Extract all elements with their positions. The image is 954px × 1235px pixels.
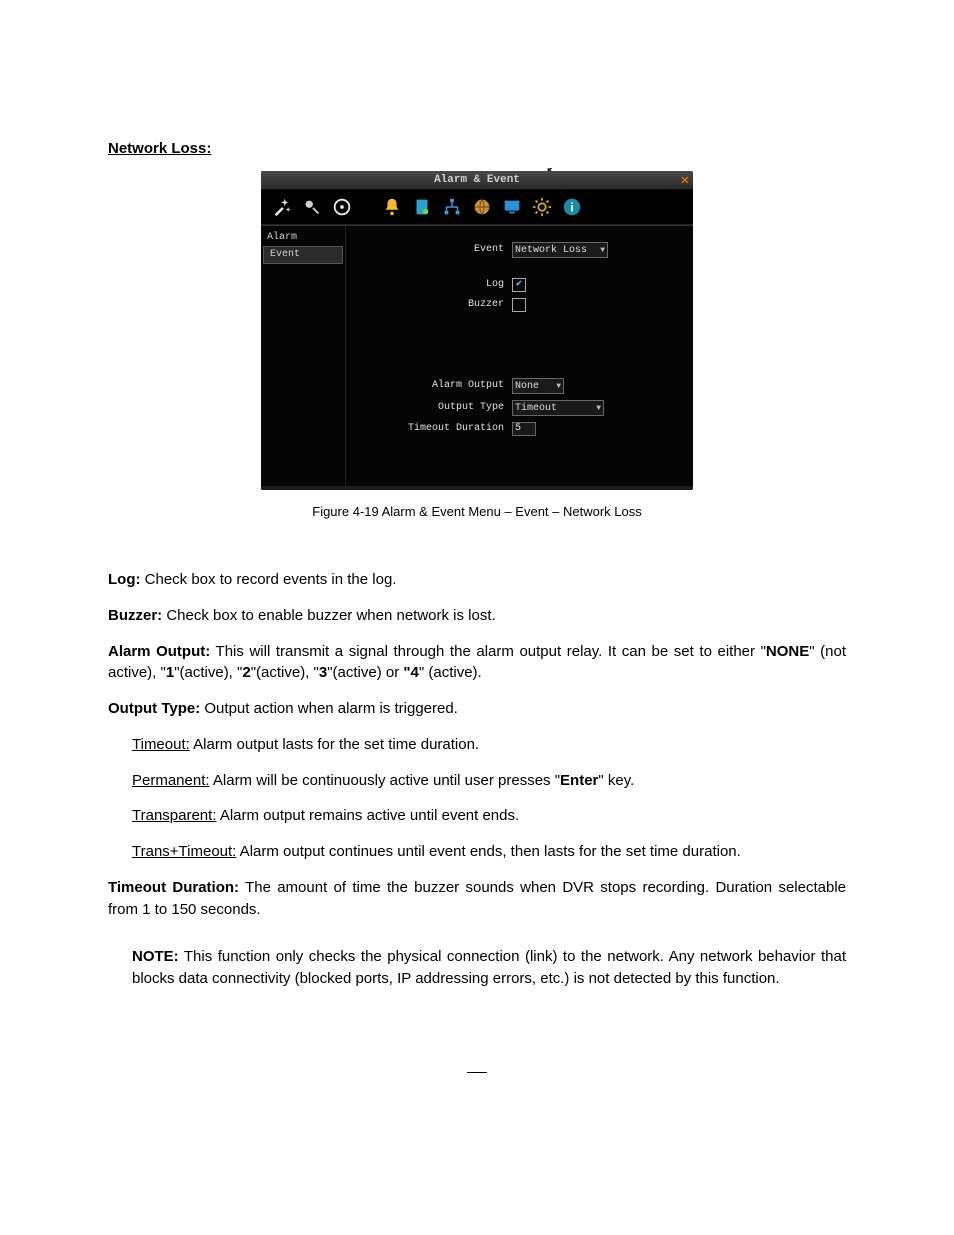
window-title: Alarm & Event [434, 174, 520, 186]
motion-icon[interactable] [301, 196, 323, 218]
event-select[interactable]: Network Loss▼ [512, 242, 608, 258]
window-toolbar: i [261, 190, 693, 225]
transtimeout-term: Trans+Timeout: [132, 843, 236, 860]
transparent-term: Transparent: [132, 807, 217, 824]
alarm-output-term: Alarm Output: [108, 643, 210, 660]
buzzer-checkbox[interactable] [512, 298, 526, 312]
monitor-icon[interactable] [501, 196, 523, 218]
log-term: Log: [108, 571, 140, 588]
log-desc: Check box to record events in the log. [140, 571, 396, 588]
page-footer-rule [467, 1070, 487, 1073]
svg-text:i: i [570, 201, 573, 215]
permanent-term: Permanent: [132, 772, 210, 789]
timeout-duration-label: Timeout Duration [354, 422, 512, 436]
note-desc: This function only checks the physical c… [132, 948, 846, 987]
note-term: NOTE: [132, 948, 179, 965]
network-icon[interactable] [441, 196, 463, 218]
transparent-desc: Alarm output remains active until event … [217, 807, 520, 824]
alarm-output-select[interactable]: None▼ [512, 378, 564, 394]
output-type-label: Output Type [354, 401, 512, 415]
alarm-output-label: Alarm Output [354, 379, 512, 393]
section-heading: Network Loss: [108, 140, 846, 157]
disc-icon[interactable] [331, 196, 353, 218]
timeout-duration-input[interactable]: 5 [512, 422, 536, 436]
wand-icon[interactable] [271, 196, 293, 218]
output-type-select[interactable]: Timeout▼ [512, 400, 604, 416]
window-titlebar: Alarm & Event ✕ [261, 171, 693, 190]
globe-icon[interactable] [471, 196, 493, 218]
transtimeout-desc: Alarm output continues until event ends,… [236, 843, 740, 860]
event-label: Event [354, 243, 512, 257]
sidebar-item-event[interactable]: Event [263, 246, 343, 264]
info-icon[interactable]: i [561, 196, 583, 218]
sidebar-item-alarm[interactable]: Alarm [261, 230, 345, 246]
sidebar: Alarm Event [261, 226, 346, 486]
log-label: Log [354, 278, 512, 292]
timeout-term: Timeout: [132, 736, 190, 753]
output-type-desc: Output action when alarm is triggered. [200, 700, 458, 717]
bell-icon[interactable] [381, 196, 403, 218]
buzzer-desc: Check box to enable buzzer when network … [162, 607, 496, 624]
timeout-desc: Alarm output lasts for the set time dura… [190, 736, 479, 753]
buzzer-label: Buzzer [354, 298, 512, 312]
figure: ↖ Alarm & Event ✕ i Alar [108, 171, 846, 519]
alarm-event-window: Alarm & Event ✕ i Alarm Event [261, 171, 693, 490]
timeout-duration-term: Timeout Duration: [108, 879, 239, 896]
event-form: Event Network Loss▼ Log ✔ Buzzer Alarm [346, 226, 693, 486]
buzzer-term: Buzzer: [108, 607, 162, 624]
figure-caption: Figure 4-19 Alarm & Event Menu – Event –… [312, 504, 642, 519]
output-type-term: Output Type: [108, 700, 200, 717]
close-icon[interactable]: ✕ [681, 172, 689, 190]
log-checkbox[interactable]: ✔ [512, 278, 526, 292]
body-text: Log: Check box to record events in the l… [108, 569, 846, 990]
page-icon[interactable] [411, 196, 433, 218]
gear-icon[interactable] [531, 196, 553, 218]
